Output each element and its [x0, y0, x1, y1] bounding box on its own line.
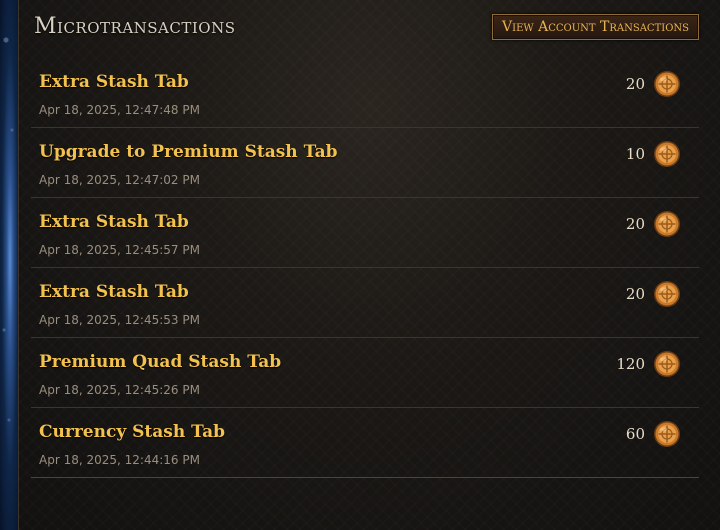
- gold-coin-icon: [654, 351, 680, 377]
- transaction-date: Apr 18, 2025, 12:47:02 PM: [39, 173, 200, 187]
- item-name: Upgrade to Premium Stash Tab: [39, 142, 338, 162]
- transaction-row: Upgrade to Premium Stash Tab Apr 18, 202…: [31, 128, 699, 198]
- gold-coin-icon: [654, 211, 680, 237]
- view-account-transactions-button[interactable]: View Account Transactions: [492, 14, 699, 40]
- page-title: Microtransactions: [34, 14, 236, 39]
- price: 10: [625, 145, 645, 163]
- price: 60: [625, 425, 645, 443]
- transaction-row: Currency Stash Tab Apr 18, 2025, 12:44:1…: [31, 408, 699, 478]
- transaction-list: Extra Stash Tab Apr 18, 2025, 12:47:48 P…: [31, 58, 699, 478]
- gold-coin-icon: [654, 281, 680, 307]
- item-name: Extra Stash Tab: [39, 212, 189, 232]
- transaction-row: Extra Stash Tab Apr 18, 2025, 12:45:57 P…: [31, 198, 699, 268]
- transaction-date: Apr 18, 2025, 12:45:53 PM: [39, 313, 200, 327]
- transaction-date: Apr 18, 2025, 12:45:57 PM: [39, 243, 200, 257]
- price: 20: [625, 75, 645, 93]
- microtransactions-panel: Microtransactions View Account Transacti…: [18, 0, 720, 530]
- panel-header: Microtransactions View Account Transacti…: [19, 0, 720, 56]
- item-name: Extra Stash Tab: [39, 72, 189, 92]
- gold-coin-icon: [654, 421, 680, 447]
- background-art: [0, 0, 18, 530]
- gold-coin-icon: [654, 71, 680, 97]
- transaction-date: Apr 18, 2025, 12:45:26 PM: [39, 383, 200, 397]
- item-name: Premium Quad Stash Tab: [39, 352, 282, 372]
- transaction-date: Apr 18, 2025, 12:47:48 PM: [39, 103, 200, 117]
- transaction-row: Extra Stash Tab Apr 18, 2025, 12:47:48 P…: [31, 58, 699, 128]
- price: 20: [625, 285, 645, 303]
- item-name: Currency Stash Tab: [39, 422, 226, 442]
- transaction-row: Extra Stash Tab Apr 18, 2025, 12:45:53 P…: [31, 268, 699, 338]
- price: 120: [616, 355, 645, 373]
- item-name: Extra Stash Tab: [39, 282, 189, 302]
- transaction-date: Apr 18, 2025, 12:44:16 PM: [39, 453, 200, 467]
- transaction-row: Premium Quad Stash Tab Apr 18, 2025, 12:…: [31, 338, 699, 408]
- gold-coin-icon: [654, 141, 680, 167]
- price: 20: [625, 215, 645, 233]
